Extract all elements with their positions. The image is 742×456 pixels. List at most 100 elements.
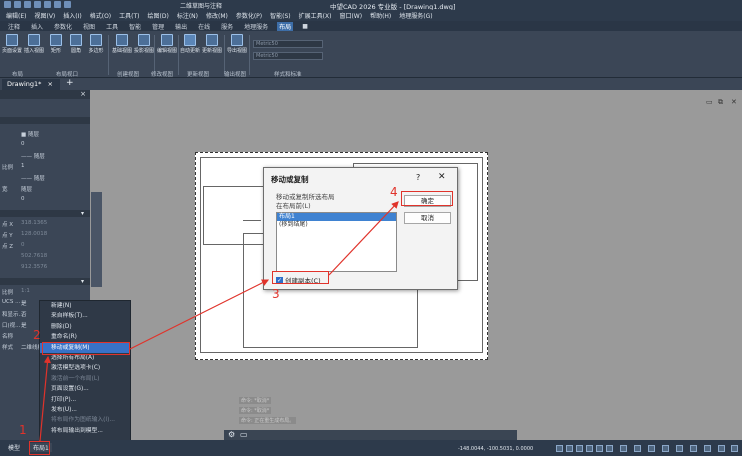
tab-tools[interactable]: 工具 [104, 22, 120, 31]
property-row[interactable]: 0 [0, 141, 90, 150]
tab-smart[interactable]: 智能 [127, 22, 143, 31]
isolate-icon[interactable] [690, 445, 697, 452]
undo-icon[interactable] [54, 1, 61, 8]
open-file-icon[interactable] [14, 1, 21, 8]
close-icon[interactable]: ✕ [731, 98, 737, 106]
close-icon[interactable]: ✕ [438, 172, 446, 182]
save-as-icon[interactable] [34, 1, 41, 8]
menu-smart[interactable]: 智能(S) [270, 11, 291, 20]
menu-express-tools[interactable]: 扩展工具(X) [299, 11, 332, 20]
menu-item-rename[interactable]: 重命名(R) [40, 332, 130, 342]
tab-layout[interactable]: 布局 [277, 21, 294, 31]
ortho-icon[interactable] [576, 445, 583, 452]
menu-insert[interactable]: 插入(I) [63, 11, 81, 20]
tab-online[interactable]: 在线 [196, 22, 212, 31]
minimize-icon[interactable]: ▭ [706, 98, 713, 106]
customize-icon[interactable] [718, 445, 725, 452]
menu-help[interactable]: 帮助(H) [370, 11, 391, 20]
ribbon-toggle-icon[interactable]: ■ [300, 23, 310, 30]
menu-item-activate-model[interactable]: 激活模型选项卡(C) [40, 363, 130, 373]
menu-item-print[interactable]: 打印(P)... [40, 395, 130, 405]
menu-modify[interactable]: 修改(M) [206, 11, 228, 20]
export-view-button[interactable]: 导出视图 [227, 34, 247, 54]
round-viewport-button[interactable]: 圆角 [66, 34, 86, 54]
section-misc[interactable]: ▾ [0, 278, 90, 285]
projected-view-button[interactable]: 投影视图 [134, 34, 154, 54]
menu-item-publish[interactable]: 发布(U)... [40, 405, 130, 415]
auto-update-button[interactable]: 自动更新 [180, 34, 200, 54]
update-view-button[interactable]: 更新视图 [202, 34, 222, 54]
menu-item-export-model[interactable]: 将布局输出到模型... [40, 426, 130, 436]
property-row[interactable]: 0 [0, 196, 90, 205]
restore-icon[interactable]: ⧉ [718, 98, 723, 107]
detail-style-combo[interactable]: Metric50 [253, 52, 323, 60]
insert-view-button[interactable]: 插入视图 [24, 34, 44, 54]
close-icon[interactable]: × [48, 80, 53, 88]
menu-icon[interactable] [731, 445, 738, 452]
property-row[interactable]: ■ 随层 [0, 130, 90, 139]
layout-list[interactable]: 布局1 (移到结尾) [276, 212, 397, 272]
tab-view[interactable]: 视图 [81, 22, 97, 31]
fullscreen-icon[interactable] [704, 445, 711, 452]
tab-annotate[interactable]: 注释 [6, 22, 22, 31]
tab-insert[interactable]: 插入 [29, 22, 45, 31]
menu-item-delete[interactable]: 删除(D) [40, 322, 130, 332]
visibility-icon[interactable] [662, 445, 669, 452]
tab-service[interactable]: 服务 [219, 22, 235, 31]
paper-space-icon[interactable] [620, 445, 627, 452]
annotation-scale-icon[interactable] [634, 445, 641, 452]
help-icon[interactable]: ? [416, 173, 420, 182]
save-icon[interactable] [24, 1, 31, 8]
list-item[interactable]: (移到结尾) [277, 221, 396, 229]
close-icon[interactable]: × [80, 90, 86, 98]
property-row[interactable]: 比例 1:1 [0, 288, 90, 297]
lock-icon[interactable] [676, 445, 683, 452]
osnap-icon[interactable] [596, 445, 603, 452]
menu-item-from-template[interactable]: 来自样板(T)... [40, 311, 130, 321]
new-tab-plus-icon[interactable]: + [66, 78, 74, 88]
menu-item-page-setup[interactable]: 页面设置(G)... [40, 384, 130, 394]
grid-icon[interactable] [556, 445, 563, 452]
menu-geo-services[interactable]: 地理服务(G) [399, 11, 432, 20]
property-row[interactable]: 502.7618 [0, 253, 90, 262]
list-item[interactable]: 布局1 [277, 213, 396, 221]
print-icon[interactable] [44, 1, 51, 8]
lineweight-icon[interactable] [606, 445, 613, 452]
property-row[interactable]: 比例 1 [0, 163, 90, 172]
section-style-combo[interactable]: Metric50 [253, 40, 323, 48]
property-row[interactable]: 点 Z0 [0, 242, 90, 251]
menu-item-new[interactable]: 新建(N) [40, 301, 130, 311]
close-icon[interactable]: ▭ [240, 430, 248, 439]
workspace-icon[interactable] [648, 445, 655, 452]
tab-model[interactable]: 模型 [8, 443, 20, 452]
rectangle-viewport-button[interactable]: 矩形 [46, 34, 66, 54]
property-row[interactable]: —— 随层 [0, 174, 90, 183]
menu-parametric[interactable]: 参数化(P) [236, 11, 262, 20]
edit-view-button[interactable]: 编辑视图 [157, 34, 177, 54]
menu-draw[interactable]: 绘图(D) [148, 11, 169, 20]
property-row[interactable]: 点 Y 128.0018 [0, 231, 90, 240]
gear-icon[interactable]: ⚙ [228, 430, 235, 439]
menu-format[interactable]: 格式(O) [90, 11, 111, 20]
menu-view[interactable]: 视图(V) [34, 11, 55, 20]
menu-window[interactable]: 窗口(W) [339, 11, 362, 20]
section-geometry[interactable]: ▾ [0, 210, 90, 217]
tab-output[interactable]: 输出 [173, 22, 189, 31]
document-tab[interactable]: Drawing1* × [2, 79, 60, 90]
snap-icon[interactable] [566, 445, 573, 452]
property-row[interactable]: 点 X 318.1365 [0, 220, 90, 229]
quick-access-toolbar[interactable] [4, 1, 71, 8]
polar-icon[interactable] [586, 445, 593, 452]
property-row[interactable]: —— 随层 [0, 152, 90, 161]
menu-tools[interactable]: 工具(T) [119, 11, 139, 20]
page-setup-button[interactable]: 页面设置 [2, 34, 22, 54]
menu-dimension[interactable]: 标注(N) [177, 11, 198, 20]
vertical-tool-strip[interactable] [91, 192, 102, 287]
new-file-icon[interactable] [4, 1, 11, 8]
polygon-viewport-button[interactable]: 多边形 [86, 34, 106, 54]
workspace-selector[interactable]: 二维草图与注释 [180, 1, 222, 10]
property-row[interactable]: 912.3576 [0, 264, 90, 273]
cancel-button[interactable]: 取消 [404, 212, 451, 224]
tab-parametric[interactable]: 参数化 [52, 22, 74, 31]
property-row[interactable]: 宽随层 [0, 185, 90, 194]
